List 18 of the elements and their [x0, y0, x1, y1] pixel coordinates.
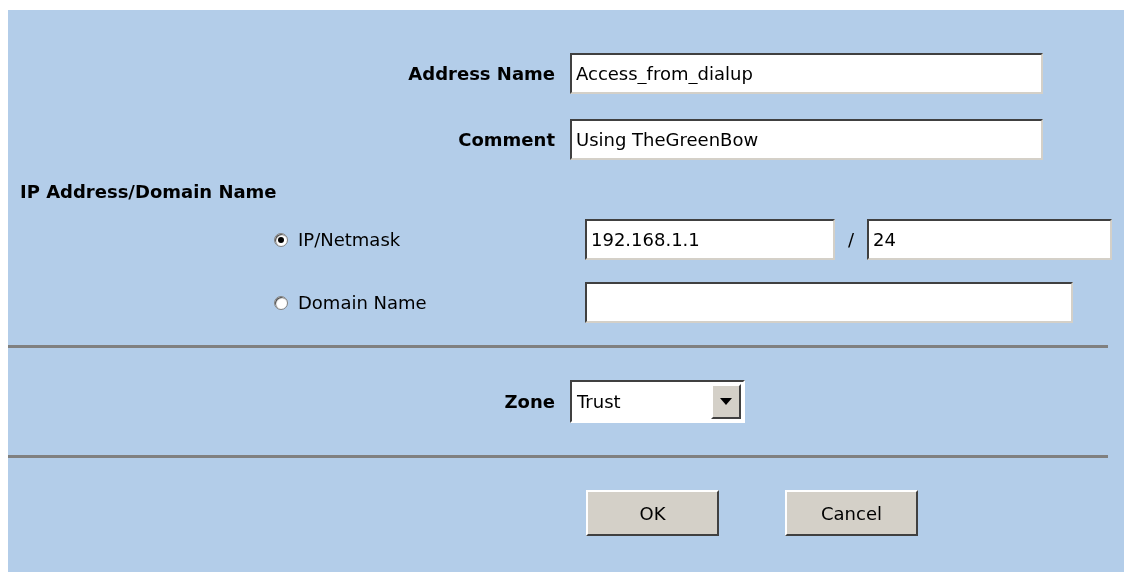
dialog-button[interactable]: Cancel: [785, 490, 918, 536]
option-label: IP/Netmask: [298, 229, 401, 250]
input-field[interactable]: 192.168.1.1: [585, 219, 835, 260]
separator-text: /: [846, 229, 856, 250]
input-field[interactable]: 24: [867, 219, 1112, 260]
input-field[interactable]: Using TheGreenBow: [570, 119, 1043, 160]
caret-icon: [720, 398, 732, 405]
field-label: Address Name: [407, 63, 556, 84]
section-heading: IP Address/Domain Name: [19, 181, 278, 202]
input-field[interactable]: [585, 282, 1073, 323]
field-label: Zone: [503, 391, 556, 412]
radio-button[interactable]: [274, 295, 288, 310]
input-field[interactable]: Access_from_dialup: [570, 53, 1043, 94]
zone-dropdown[interactable]: Trust: [570, 380, 745, 423]
field-label: Comment: [457, 129, 556, 150]
dialog-button[interactable]: OK: [586, 490, 719, 536]
option-label: Domain Name: [298, 292, 427, 313]
radio-button[interactable]: [274, 232, 288, 247]
